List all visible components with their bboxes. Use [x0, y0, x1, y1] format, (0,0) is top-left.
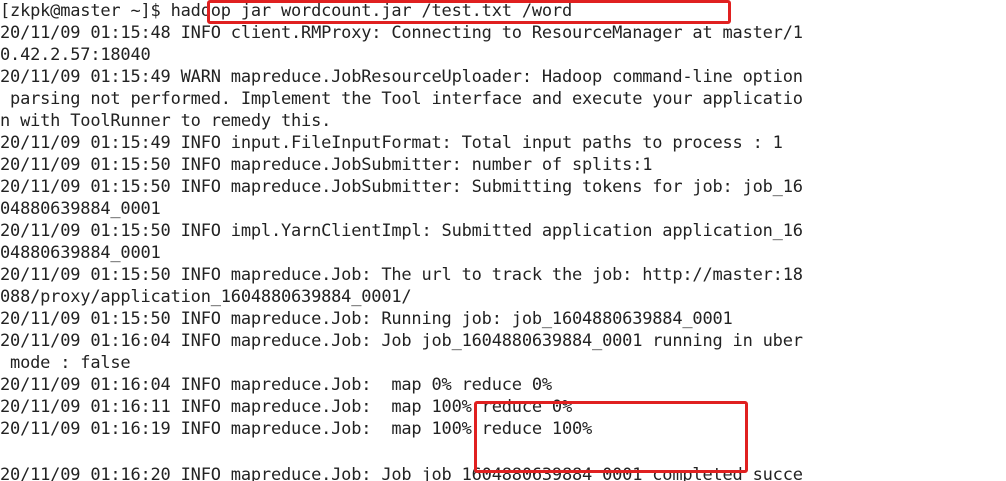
progress-prefix: 20/11/09 01:16:19 INFO mapreduce.Job:: [0, 419, 382, 439]
log-line: 20/11/09 01:15:50 INFO mapreduce.Job: Ru…: [0, 309, 733, 329]
log-line: 20/11/09 01:15:48 INFO client.RMProxy: C…: [0, 23, 803, 43]
log-line: 20/11/09 01:15:50 INFO mapreduce.JobSubm…: [0, 177, 803, 197]
log-line: 088/proxy/application_1604880639884_0001…: [0, 287, 412, 307]
progress-line: 20/11/09 01:16:04 INFO mapreduce.Job: ma…: [0, 374, 552, 396]
log-line: 0.42.2.57:18040: [0, 45, 151, 65]
progress-line: 20/11/09 01:16:11 INFO mapreduce.Job: ma…: [0, 396, 572, 418]
progress-status: map 100% reduce 0%: [381, 397, 572, 417]
progress-status: map 0% reduce 0%: [381, 375, 552, 395]
command-text: hadoop jar wordcount.jar /test.txt /word: [170, 1, 573, 21]
progress-line: 20/11/09 01:16:19 INFO mapreduce.Job: ma…: [0, 418, 592, 440]
progress-prefix: 20/11/09 01:16:04 INFO mapreduce.Job:: [0, 375, 382, 395]
log-line: 20/11/09 01:15:50 INFO mapreduce.JobSubm…: [0, 155, 653, 175]
progress-status: map 100% reduce 100%: [381, 419, 593, 439]
log-line-partial: 20/11/09 01:16:20 INFO mapreduce.Job: Jo…: [0, 465, 803, 481]
log-line: n with ToolRunner to remedy this.: [0, 111, 332, 131]
command-line: [zkpk@master ~]$ hadoop jar wordcount.ja…: [0, 0, 572, 22]
log-line: 20/11/09 01:15:49 INFO input.FileInputFo…: [0, 133, 783, 153]
log-line: 20/11/09 01:15:49 WARN mapreduce.JobReso…: [0, 67, 803, 87]
shell-prompt: [zkpk@master ~]$: [0, 1, 171, 21]
log-line: 20/11/09 01:15:50 INFO impl.YarnClientIm…: [0, 221, 803, 241]
log-line: 04880639884_0001: [0, 199, 161, 219]
log-line: 04880639884_0001: [0, 243, 161, 263]
log-line: 20/11/09 01:16:04 INFO mapreduce.Job: Jo…: [0, 331, 803, 351]
terminal-window[interactable]: [zkpk@master ~]$ hadoop jar wordcount.ja…: [0, 0, 1006, 481]
log-line: 20/11/09 01:15:50 INFO mapreduce.Job: Th…: [0, 265, 803, 285]
log-line: mode : false: [0, 353, 131, 373]
log-line: parsing not performed. Implement the Too…: [0, 89, 803, 109]
progress-prefix: 20/11/09 01:16:11 INFO mapreduce.Job:: [0, 397, 382, 417]
